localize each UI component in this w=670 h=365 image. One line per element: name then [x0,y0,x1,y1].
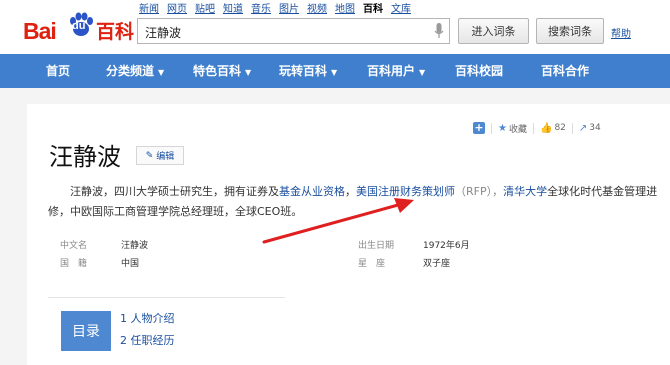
top-link-zhidao[interactable]: 知道 [223,0,243,15]
top-link-video[interactable]: 视频 [307,0,327,15]
caret-down-icon: ▼ [158,68,165,77]
caret-down-icon: ▼ [419,68,426,77]
nav-item-label: 百科用户 [367,64,416,78]
divider [532,122,534,134]
entry-summary: 汪静波，四川大学硕士研究生，拥有证券及基金从业资格，美国注册财务策划师（RFP）… [48,182,668,222]
nav-item-label: 玩转百科 [279,64,328,78]
top-link-map[interactable]: 地图 [335,0,355,15]
nav-item-home[interactable]: 首页 [46,54,70,88]
top-link-baike[interactable]: 百科 [363,0,383,15]
logo-baike: 百科 [96,21,135,43]
top-link-web[interactable]: 网页 [167,0,187,15]
nav-item-campus[interactable]: 百科校园 [455,54,503,88]
summary-text: 汪静波，四川大学硕士研究生，拥有证券及 [70,185,279,198]
info-key: 出生日期 [358,241,395,251]
link-fund-qualification[interactable]: 基金从业资格 [279,185,345,198]
like-count: 82 [554,123,566,133]
link-rfp[interactable]: 美国注册财务策划师 [356,185,455,198]
nav-item-play[interactable]: 玩转百科 ▼ [279,54,337,88]
summary-text: ， [345,185,356,198]
star-icon[interactable]: ★ [498,123,507,134]
search-entry-button[interactable]: 搜索词条 [536,18,604,44]
share-count: 34 [589,123,601,133]
info-key: 中文名 [60,241,88,251]
nav-item-category[interactable]: 分类频道 ▼ [106,54,164,88]
thumbs-up-icon[interactable]: 👍 [540,123,552,134]
entry-actions: + ★ 收藏 👍 82 ↗ 34 [473,121,601,135]
top-link-wenku[interactable]: 文库 [391,0,411,15]
share-icon[interactable]: ↗ [579,123,587,134]
nav-item-cooperation[interactable]: 百科合作 [541,54,589,88]
section-divider [48,297,285,298]
info-key: 星 座 [358,259,386,269]
caret-down-icon: ▼ [245,68,252,77]
divider [571,122,573,134]
logo-du: du [72,20,86,32]
edit-label: 编辑 [156,152,175,162]
baidu-baike-logo[interactable]: Bai du 百科 [23,6,135,44]
top-link-images[interactable]: 图片 [279,0,299,15]
favorite-label[interactable]: 收藏 [509,122,527,135]
info-value: 双子座 [423,259,451,269]
logo-bai: Bai [23,18,57,44]
enter-entry-button[interactable]: 进入词条 [458,18,529,44]
top-links: 新闻 网页 贴吧 知道 音乐 图片 视频 地图 百科 文库 [139,0,411,15]
info-value: 中国 [121,259,140,269]
toc-item[interactable]: 2 任职经历 [120,332,175,348]
page-title: 汪静波 [49,143,121,171]
nav-item-featured[interactable]: 特色百科 ▼ [193,54,251,88]
link-tsinghua[interactable]: 清华大学 [503,185,547,198]
top-link-tieba[interactable]: 贴吧 [195,0,215,15]
nav-item-users[interactable]: 百科用户 ▼ [367,54,425,88]
top-link-news[interactable]: 新闻 [139,0,159,15]
summary-text: （RFP）， [455,185,504,198]
pencil-icon: ✎ [145,150,154,161]
add-icon[interactable]: + [473,122,485,134]
divider [491,122,492,134]
nav-item-label: 首页 [46,64,71,78]
info-value: 汪静波 [121,241,149,251]
info-value: 1972年6月 [423,241,470,251]
search-input-value[interactable]: 汪静波 [145,24,181,41]
toc-label: 目录 [61,311,111,351]
microphone-icon[interactable] [434,23,444,39]
main-nav: 首页 分类频道 ▼ 特色百科 ▼ 玩转百科 ▼ 百科用户 ▼ 百科校园 百科合作 [0,54,670,88]
edit-button[interactable]: ✎ 编辑 [136,146,184,165]
top-bar: Bai du 百科 新闻 网页 贴吧 知道 音乐 图片 视频 地图 百科 文库 … [0,0,670,54]
help-link[interactable]: 帮助 [611,25,631,40]
nav-item-label: 分类频道 [106,64,155,78]
nav-item-label: 百科合作 [541,64,590,78]
search-input[interactable]: 汪静波 [137,18,450,44]
top-link-music[interactable]: 音乐 [251,0,271,15]
info-key: 国 籍 [60,259,88,269]
nav-item-label: 百科校园 [455,64,504,78]
nav-item-label: 特色百科 [193,64,242,78]
toc-item[interactable]: 1 人物介绍 [120,310,175,326]
caret-down-icon: ▼ [331,68,338,77]
